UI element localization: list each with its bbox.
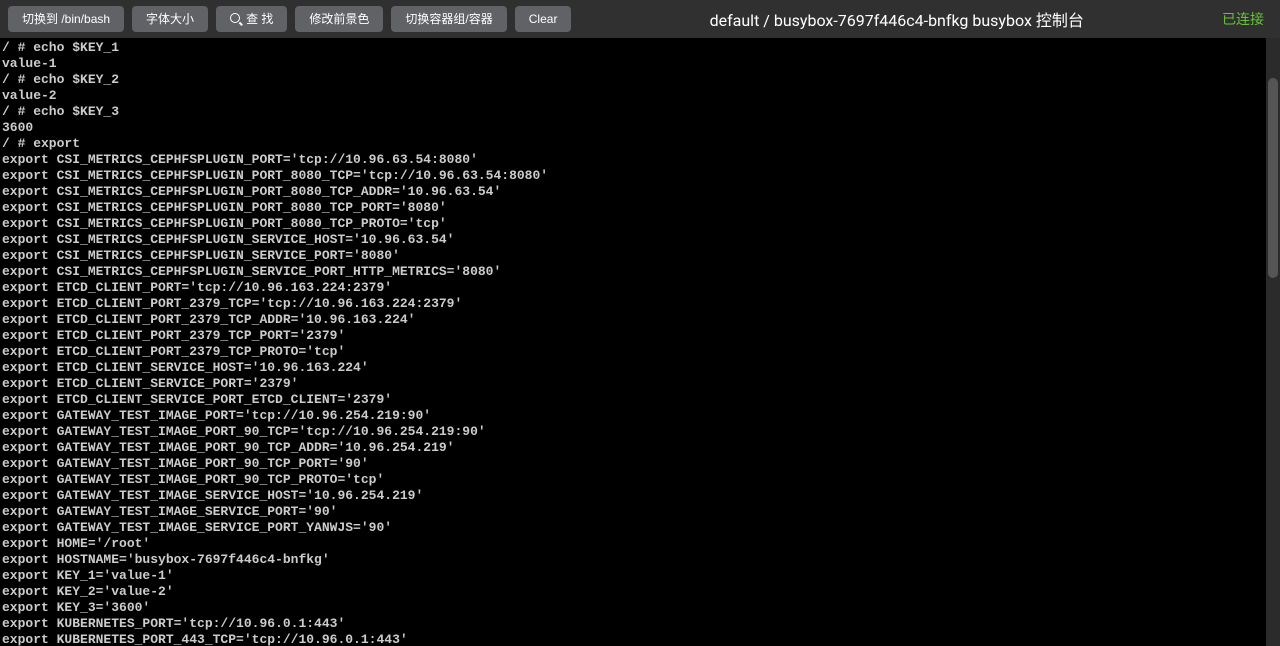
- search-icon: [230, 13, 242, 25]
- console-title: default / busybox-7697f446c4-bnfkg busyb…: [579, 7, 1214, 31]
- clear-button[interactable]: Clear: [515, 6, 572, 32]
- scrollbar-thumb[interactable]: [1268, 78, 1278, 278]
- toolbar: 切换到 /bin/bash 字体大小 查 找 修改前景色 切换容器组/容器 Cl…: [0, 0, 1280, 38]
- switch-shell-button[interactable]: 切换到 /bin/bash: [8, 6, 124, 32]
- connection-status: 已连接: [1222, 9, 1264, 29]
- fgcolor-button[interactable]: 修改前景色: [295, 6, 383, 32]
- font-size-button[interactable]: 字体大小: [132, 6, 208, 32]
- search-button[interactable]: 查 找: [216, 6, 287, 32]
- scrollbar[interactable]: [1266, 38, 1280, 646]
- terminal-output[interactable]: / # echo $KEY_1 value-1 / # echo $KEY_2 …: [0, 38, 1280, 646]
- switch-container-button[interactable]: 切换容器组/容器: [391, 6, 506, 32]
- search-label: 查 找: [246, 13, 273, 25]
